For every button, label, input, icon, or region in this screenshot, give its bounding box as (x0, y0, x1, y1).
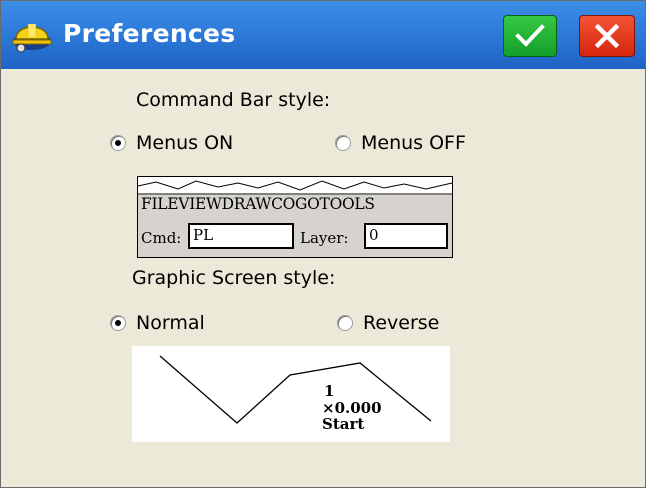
menus-on-label: Menus ON (136, 132, 234, 154)
command-bar-preview: FILEVIEWDRAWCOGOTOOLS Cmd: PL Layer: 0 (137, 176, 453, 258)
menus-off-radio[interactable]: Menus OFF (335, 132, 466, 154)
hard-hat-icon (12, 24, 52, 53)
radio-checked-icon (110, 135, 126, 151)
radio-unchecked-icon (337, 315, 353, 331)
preview-text-1: 1 (324, 382, 335, 400)
menu-view: VIEW (178, 195, 222, 213)
reverse-radio[interactable]: Reverse (337, 312, 439, 334)
menu-draw: DRAW (221, 195, 272, 213)
cmd-field-preview: PL (188, 223, 294, 249)
graphic-screen-preview: 1 ×0.000 Start (132, 346, 450, 442)
menu-tools: TOOLS (319, 195, 375, 213)
polyline-preview (159, 355, 432, 424)
preferences-window: Preferences Command Bar style: Menus ON … (0, 0, 646, 488)
cmd-label: Cmd: (141, 229, 182, 247)
layer-field-preview: 0 (364, 223, 448, 249)
menu-file: FILE (141, 195, 179, 213)
title-bar: Preferences (1, 1, 645, 69)
window-title: Preferences (63, 19, 236, 48)
menu-cogo: COGO (271, 195, 320, 213)
normal-radio[interactable]: Normal (110, 312, 205, 334)
normal-label: Normal (136, 312, 205, 334)
close-icon (594, 23, 620, 49)
menus-off-label: Menus OFF (361, 132, 466, 154)
radio-checked-icon (110, 315, 126, 331)
command-bar-style-heading: Command Bar style: (136, 89, 331, 111)
reverse-label: Reverse (363, 312, 440, 334)
ok-button[interactable] (503, 15, 557, 57)
drawing-preview-line (138, 177, 452, 195)
checkmark-icon (515, 24, 545, 47)
layer-label: Layer: (300, 229, 349, 247)
preview-text-3: Start (322, 415, 365, 433)
menu-preview-line: FILEVIEWDRAWCOGOTOOLS (141, 195, 451, 217)
menus-on-radio[interactable]: Menus ON (110, 132, 233, 154)
preview-text-2: ×0.000 (322, 399, 382, 417)
radio-unchecked-icon (335, 135, 351, 151)
close-button[interactable] (579, 15, 635, 57)
graphic-screen-style-heading: Graphic Screen style: (132, 267, 336, 289)
